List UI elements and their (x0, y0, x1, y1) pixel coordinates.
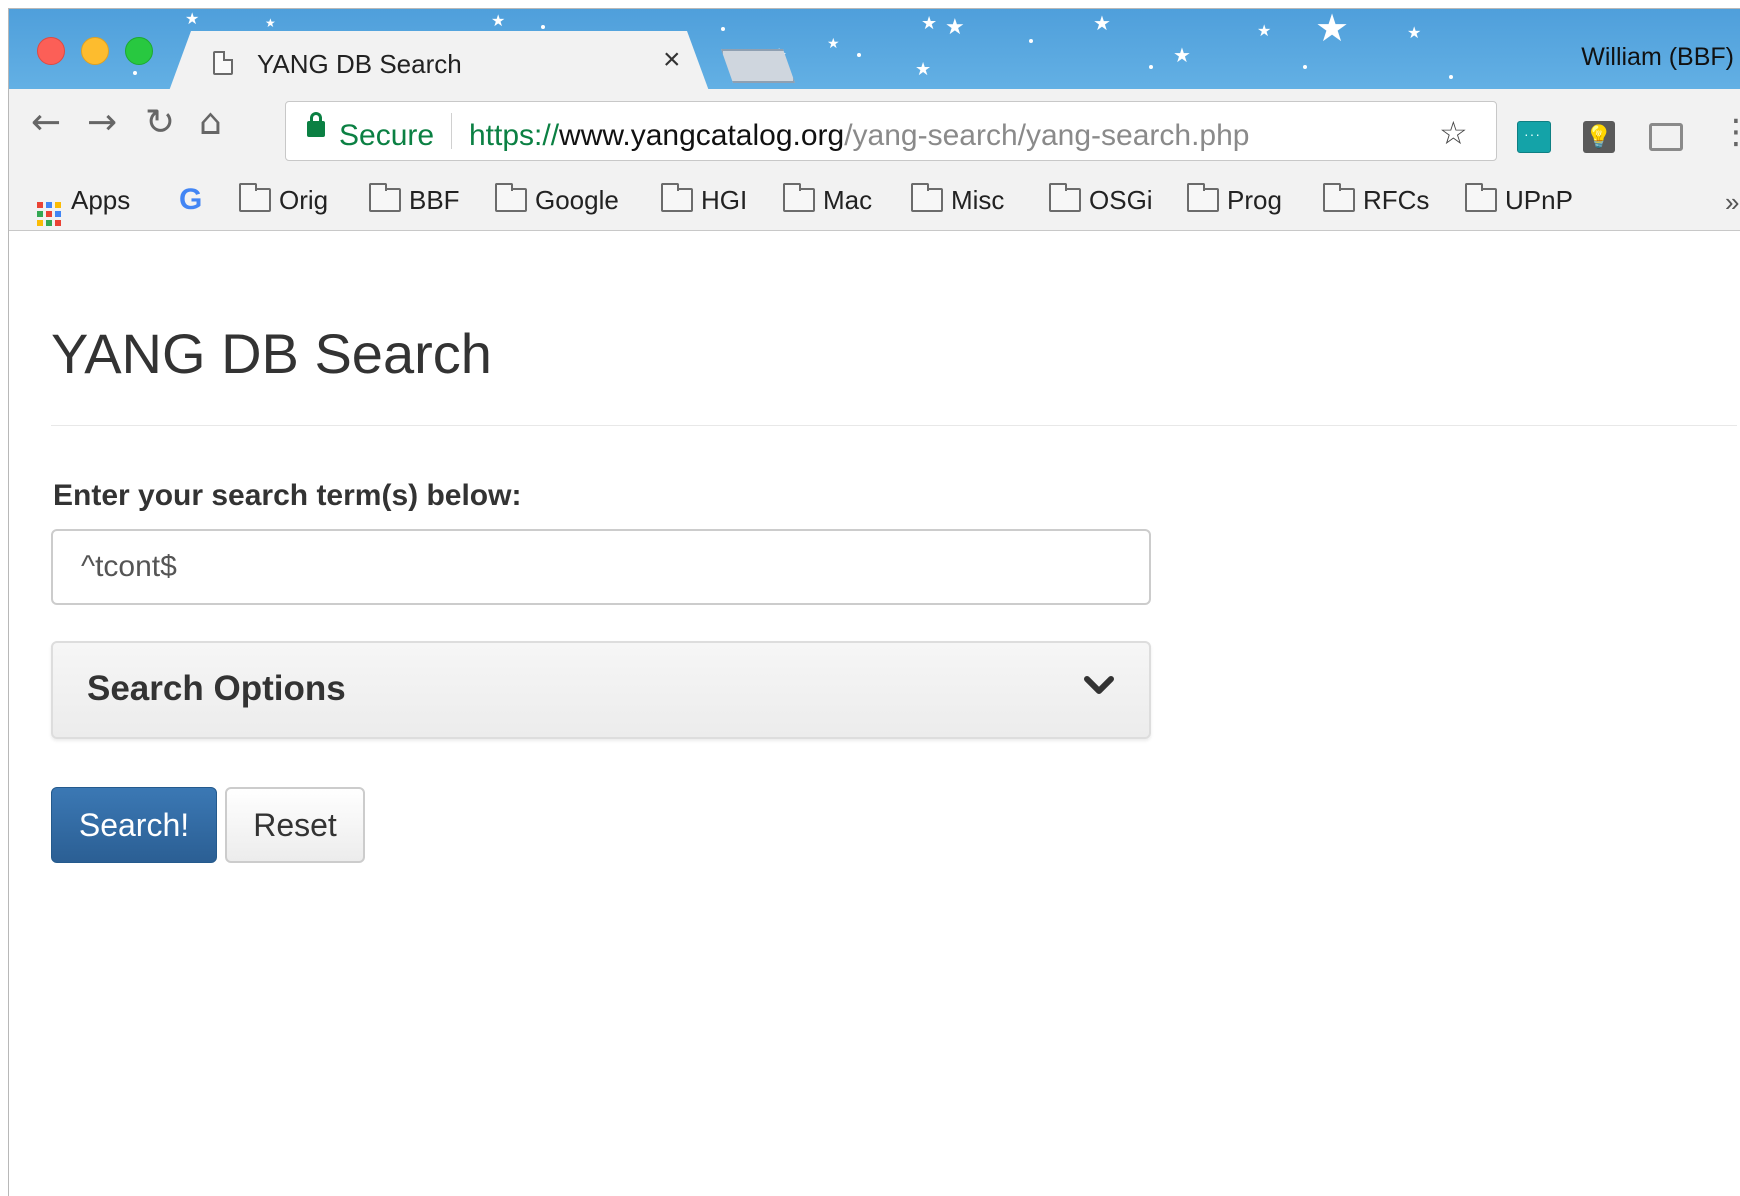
decor-star-icon: ★ (1093, 11, 1111, 35)
bookmark-google-search[interactable]: G (179, 185, 202, 215)
tab-close-icon[interactable]: × (663, 45, 681, 75)
decor-dot (1449, 75, 1453, 79)
back-icon[interactable]: ← (31, 105, 61, 141)
lock-icon (307, 112, 325, 137)
forward-icon[interactable]: → (87, 105, 117, 141)
decor-star-icon: ★ (945, 15, 965, 40)
folder-icon (783, 183, 815, 212)
decor-dot (133, 71, 137, 75)
omnibox-divider (451, 113, 452, 149)
bookmark-folder-label: Misc (951, 185, 1005, 215)
decor-star-icon: ★ (265, 16, 276, 30)
bookmark-folder-label: Orig (279, 185, 329, 215)
bookmark-folder-label: OSGi (1089, 185, 1153, 215)
bookmark-folder-mac[interactable]: Mac (783, 183, 873, 215)
reload-icon[interactable]: ↻ (145, 105, 175, 141)
decor-dot (1029, 39, 1033, 43)
lightbulb-icon[interactable]: 💡 (1583, 121, 1615, 153)
search-button[interactable]: Search! (51, 787, 217, 863)
bookmark-folder-osgi[interactable]: OSGi (1049, 183, 1153, 215)
folder-icon (911, 183, 943, 212)
bookmark-folder-label: HGI (701, 185, 748, 215)
home-icon[interactable]: ⌂ (199, 105, 222, 141)
secure-label[interactable]: Secure (339, 119, 434, 153)
folder-icon (369, 183, 401, 212)
bookmark-star-icon[interactable]: ☆ (1439, 117, 1468, 149)
page-title: YANG DB Search (51, 322, 492, 385)
bookmark-folder-label: Mac (823, 185, 873, 215)
search-label: Enter your search term(s) below: (53, 479, 522, 512)
menu-icon[interactable]: ⋮ (1719, 115, 1740, 149)
bookmark-folder-hgi[interactable]: HGI (661, 183, 748, 215)
bookmark-folder-bbf[interactable]: BBF (369, 183, 460, 215)
cast-icon[interactable] (1649, 123, 1683, 151)
bookmark-folder-google[interactable]: Google (495, 183, 619, 215)
folder-icon (1049, 183, 1081, 212)
folder-icon (239, 183, 271, 212)
search-input[interactable] (51, 529, 1151, 605)
decor-dot (857, 53, 861, 57)
decor-star-icon: ★ (185, 9, 200, 28)
google-icon: G (179, 183, 203, 216)
divider (51, 425, 1737, 426)
decor-dot (1149, 65, 1153, 69)
extension-icon[interactable] (1517, 121, 1551, 153)
decor-star-icon: ★ (1173, 43, 1191, 67)
decor-star-icon: ★ (1315, 9, 1350, 50)
bookmark-folder-label: RFCs (1363, 185, 1430, 215)
decor-star-icon: ★ (491, 11, 506, 30)
bookmark-folder-prog[interactable]: Prog (1187, 183, 1282, 215)
new-tab-button[interactable] (721, 49, 795, 83)
tab-title: YANG DB Search (257, 49, 462, 79)
apps-grid-icon (37, 202, 61, 226)
close-window-button[interactable] (37, 37, 65, 65)
url-path: /yang-search/yang-search.php (844, 119, 1250, 152)
decor-dot (721, 27, 725, 31)
decor-star-icon: ★ (1257, 21, 1272, 40)
bookmark-apps[interactable]: Apps (37, 185, 130, 226)
decor-dot (541, 25, 545, 29)
url-text[interactable]: https://www.yangcatalog.org/yang-search/… (469, 119, 1249, 153)
bookmark-folder-label: Google (535, 185, 619, 215)
decor-star-icon: ★ (921, 13, 938, 34)
decor-star-icon: ★ (1407, 23, 1422, 42)
minimize-window-button[interactable] (81, 37, 109, 65)
reset-button[interactable]: Reset (225, 787, 365, 863)
chevron-down-icon[interactable] (1083, 673, 1115, 697)
folder-icon (1323, 183, 1355, 212)
zoom-window-button[interactable] (125, 37, 153, 65)
bookmark-apps-label: Apps (71, 185, 131, 215)
decor-star-icon: ★ (915, 59, 932, 80)
url-scheme: https:// (469, 119, 560, 152)
folder-icon (661, 183, 693, 212)
decor-dot (1303, 65, 1307, 69)
search-options-title[interactable]: Search Options (87, 669, 346, 709)
page-icon (213, 51, 233, 75)
bookmark-folder-label: UPnP (1505, 185, 1573, 215)
bookmark-folder-misc[interactable]: Misc (911, 183, 1005, 215)
bookmarks-overflow-icon[interactable]: » (1725, 187, 1739, 218)
folder-icon (1187, 183, 1219, 212)
browser-window: ★ ★ ★ ★ ★ ★ ★ ★ ★ ★ ★ ★ ★ YANG DB Search… (8, 8, 1740, 1196)
bookmark-folder-label: Prog (1227, 185, 1282, 215)
folder-icon (1465, 183, 1497, 212)
url-host: www.yangcatalog.org (559, 119, 845, 152)
profile-button[interactable]: William (BBF) (1581, 43, 1734, 72)
bookmark-folder-label: BBF (409, 185, 460, 215)
decor-star-icon: ★ (827, 36, 840, 52)
bookmark-folder-upnp[interactable]: UPnP (1465, 183, 1573, 215)
folder-icon (495, 183, 527, 212)
bookmark-folder-orig[interactable]: Orig (239, 183, 329, 215)
bookmark-folder-rfcs[interactable]: RFCs (1323, 183, 1430, 215)
